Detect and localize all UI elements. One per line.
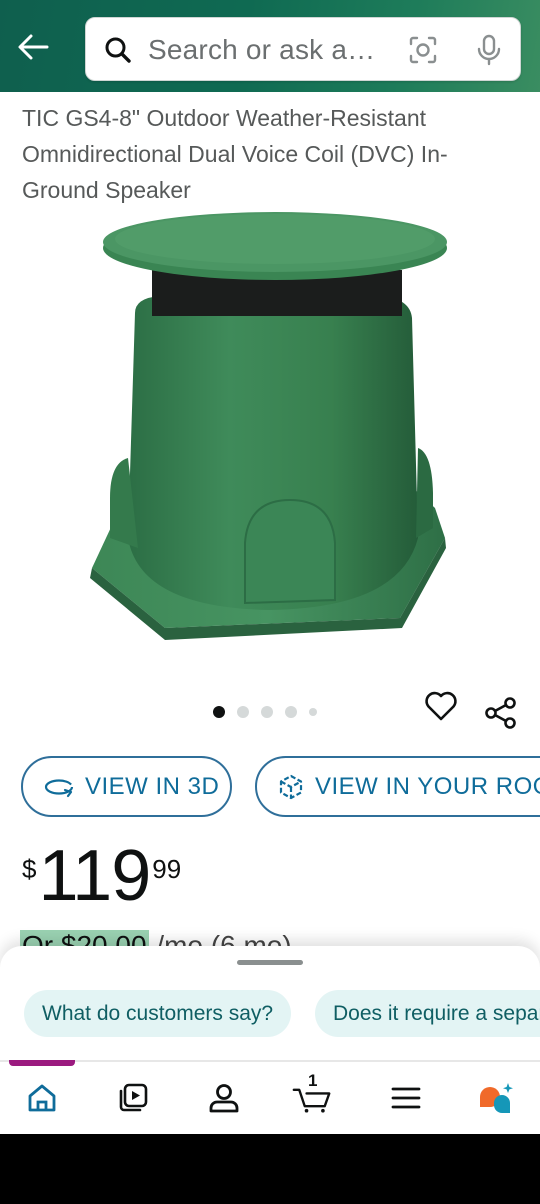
header-bar: Search or ask a…: [0, 0, 540, 92]
account-icon: [209, 1084, 239, 1113]
carousel-dot[interactable]: [285, 706, 297, 718]
image-carousel-dots[interactable]: [213, 706, 317, 718]
active-tab-indicator: [9, 1060, 75, 1066]
nav-account[interactable]: [204, 1078, 244, 1118]
price-fraction: 99: [152, 854, 182, 884]
nav-cart[interactable]: 1: [292, 1071, 332, 1118]
product-title: TIC GS4-8" Outdoor Weather-Resistant Omn…: [22, 105, 448, 203]
view-in-your-room-button[interactable]: VIEW IN YOUR ROOM: [255, 756, 540, 817]
price: $ 119 99: [22, 834, 181, 918]
carousel-dot[interactable]: [309, 708, 317, 716]
nav-menu[interactable]: [386, 1078, 426, 1118]
view-in-your-room-label: VIEW IN YOUR ROOM: [315, 772, 540, 800]
home-icon: [28, 1084, 56, 1112]
rufus-assistant-icon: [480, 1083, 513, 1113]
search-input[interactable]: Search or ask a…: [85, 17, 521, 81]
suggestion-chip[interactable]: What do customers say?: [24, 990, 292, 1037]
video-icon: [119, 1083, 148, 1112]
price-symbol: $: [22, 854, 37, 884]
search-placeholder: Search or ask a…: [148, 34, 376, 65]
back-button[interactable]: [14, 28, 52, 66]
search-icon: [105, 37, 131, 63]
nav-rufus-assistant[interactable]: [476, 1078, 516, 1118]
sheet-drag-handle[interactable]: [237, 960, 303, 965]
rotate-3d-icon: [44, 778, 74, 797]
cart-count-badge: 1: [308, 1071, 318, 1090]
camera-scan-icon[interactable]: [408, 35, 438, 65]
bottom-nav: 1: [0, 1071, 540, 1122]
nav-divider: [0, 1060, 540, 1062]
heart-icon[interactable]: [424, 690, 458, 722]
microphone-icon[interactable]: [476, 34, 502, 66]
suggestion-chip[interactable]: Does it require a separate amplifier?: [315, 990, 540, 1037]
carousel-dot[interactable]: [261, 706, 273, 718]
view-in-3d-button[interactable]: VIEW IN 3D: [21, 756, 232, 817]
nav-video[interactable]: [113, 1078, 153, 1118]
carousel-dot-active[interactable]: [213, 706, 225, 718]
back-arrow-icon: [18, 34, 49, 60]
view-in-3d-label: VIEW IN 3D: [85, 772, 220, 800]
ar-cube-icon: [279, 774, 303, 799]
product-image[interactable]: [80, 208, 460, 658]
carousel-dot[interactable]: [237, 706, 249, 718]
price-whole: 119: [38, 836, 151, 916]
bottom-sheet: What do customers say? Does it require a…: [0, 946, 540, 1134]
share-icon[interactable]: [484, 696, 518, 730]
hamburger-menu-icon: [391, 1087, 421, 1109]
nav-home[interactable]: [22, 1078, 62, 1118]
product-page: Search or ask a… TIC GS4-8" Outdoor Weat…: [0, 0, 540, 1134]
